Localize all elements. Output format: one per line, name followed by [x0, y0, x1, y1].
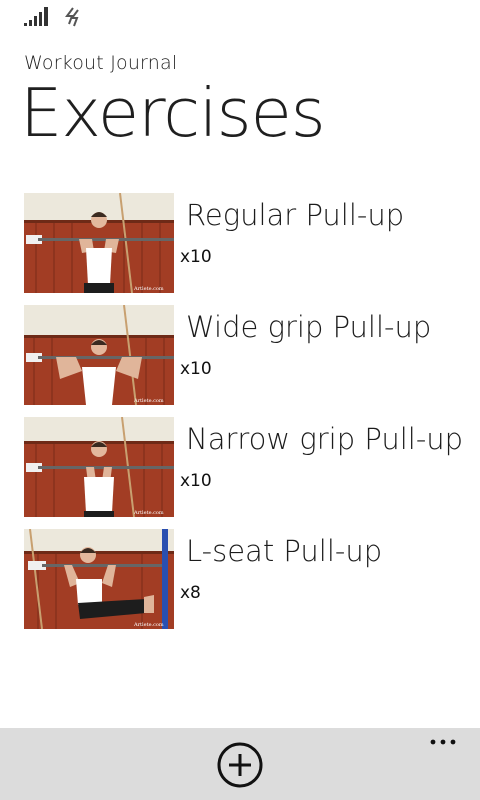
exercise-thumbnail: Artlete.com	[24, 305, 174, 405]
exercise-thumbnail: Artlete.com	[24, 417, 174, 517]
add-circle-icon[interactable]	[216, 741, 264, 789]
exercise-list: Artlete.com Regular Pull-up x10 Artlete.…	[24, 193, 480, 641]
watermark-text: Artlete.com	[133, 622, 164, 628]
app-bar	[0, 728, 480, 800]
watermark-text: Artlete.com	[133, 286, 164, 292]
watermark-text: Artlete.com	[133, 510, 164, 516]
app-title: Workout Journal	[24, 52, 178, 74]
list-item[interactable]: Artlete.com L-seat Pull-up x8	[24, 529, 480, 629]
exercise-reps: x8	[180, 583, 201, 603]
list-item[interactable]: Artlete.com Regular Pull-up x10	[24, 193, 480, 293]
list-item[interactable]: Artlete.com Wide grip Pull-up x10	[24, 305, 480, 405]
exercise-reps: x10	[180, 247, 212, 267]
exercise-name: L-seat Pull-up	[186, 534, 383, 568]
exercise-reps: x10	[180, 471, 212, 491]
data-connection-icon	[65, 7, 79, 27]
ellipsis-icon[interactable]	[424, 732, 464, 756]
signal-strength-icon	[24, 7, 48, 26]
page-title: Exercises	[20, 74, 326, 152]
list-item[interactable]: Artlete.com Narrow grip Pull-up x10	[24, 417, 480, 517]
exercise-name: Wide grip Pull-up	[186, 310, 432, 344]
exercise-name: Regular Pull-up	[186, 198, 405, 232]
status-bar	[0, 0, 480, 32]
watermark-text: Artlete.com	[133, 398, 164, 404]
exercise-reps: x10	[180, 359, 212, 379]
exercise-name: Narrow grip Pull-up	[186, 422, 464, 456]
exercise-thumbnail: Artlete.com	[24, 193, 174, 293]
exercise-thumbnail: Artlete.com	[24, 529, 174, 629]
